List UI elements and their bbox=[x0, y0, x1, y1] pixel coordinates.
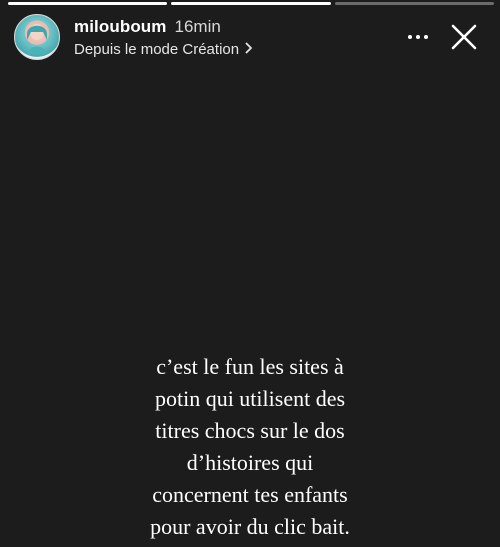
header-actions bbox=[408, 14, 480, 60]
progress-segment bbox=[334, 2, 494, 5]
avatar[interactable] bbox=[14, 14, 60, 60]
caption-line: concernent tes enfants bbox=[152, 482, 348, 507]
story-meta: milouboum 16min Depuis le mode Création bbox=[74, 17, 253, 58]
progress-fill bbox=[8, 2, 168, 5]
caption-line: titres chocs sur le dos bbox=[155, 418, 345, 443]
avatar-illustration bbox=[27, 24, 47, 54]
story-progress-bar bbox=[8, 2, 494, 5]
creation-mode-link[interactable]: Depuis le mode Création bbox=[74, 41, 253, 58]
chevron-right-icon bbox=[245, 41, 253, 58]
timestamp: 16min bbox=[174, 16, 221, 36]
username-row: milouboum 16min bbox=[74, 17, 253, 37]
caption-line: pour avoir du clic bait. bbox=[150, 514, 350, 539]
story-header: milouboum 16min Depuis le mode Création bbox=[14, 14, 488, 60]
progress-fill bbox=[171, 2, 331, 5]
caption-line: c’est le fun les sites à bbox=[156, 354, 344, 379]
more-horizontal-icon[interactable] bbox=[408, 17, 428, 57]
caption-line: d’histoires qui bbox=[186, 450, 314, 475]
story-caption: c’est le fun les sites à potin qui utili… bbox=[0, 351, 500, 543]
caption-line: potin qui utilisent des bbox=[154, 386, 346, 411]
username[interactable]: milouboum bbox=[74, 17, 167, 37]
subtitle-label: Depuis le mode Création bbox=[74, 40, 240, 58]
progress-segment bbox=[171, 2, 331, 5]
progress-segment bbox=[8, 2, 168, 5]
close-icon[interactable] bbox=[448, 21, 480, 53]
